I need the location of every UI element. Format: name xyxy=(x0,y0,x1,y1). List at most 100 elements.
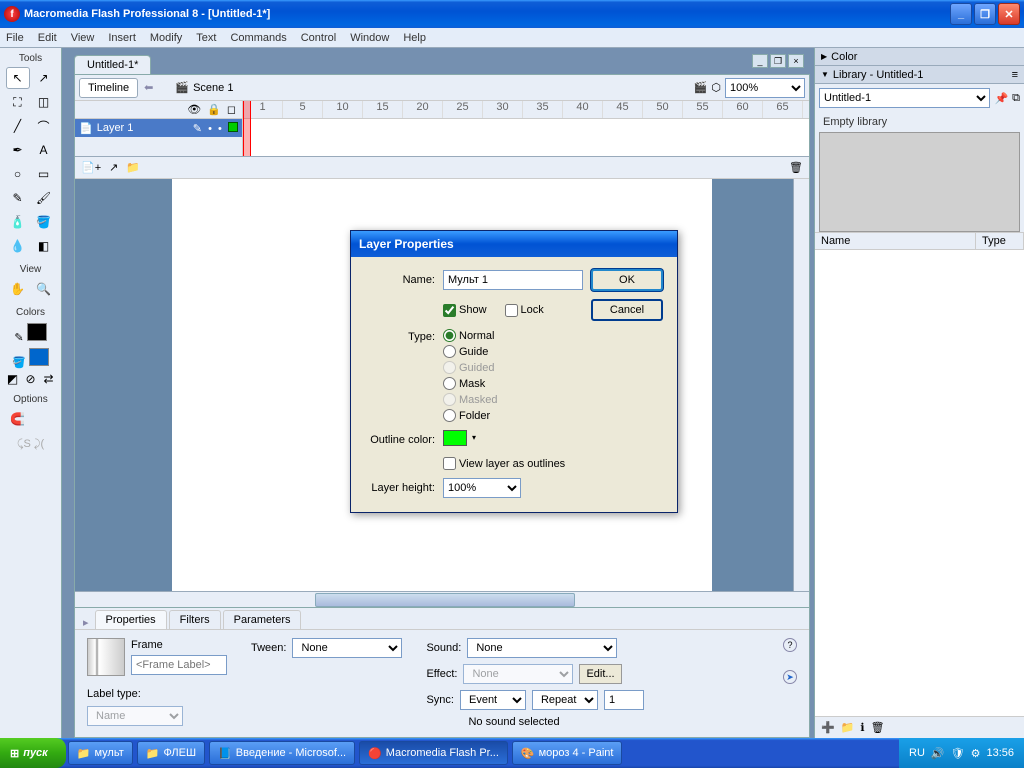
taskbar-item-active[interactable]: 🔴Macromedia Flash Pr... xyxy=(359,741,508,765)
effect-edit-button[interactable]: Edit... xyxy=(579,664,621,684)
doc-minimize-button[interactable]: _ xyxy=(752,54,768,68)
no-color-button[interactable]: ⊘ xyxy=(23,371,39,387)
language-indicator[interactable]: RU xyxy=(909,747,925,759)
tray-icon[interactable]: 🔊 xyxy=(931,747,945,760)
menu-modify[interactable]: Modify xyxy=(150,32,182,44)
menu-text[interactable]: Text xyxy=(196,32,216,44)
menu-edit[interactable]: Edit xyxy=(38,32,57,44)
tween-select[interactable]: None xyxy=(292,638,402,658)
pencil-tool[interactable]: ✎ xyxy=(6,187,30,209)
layer-name-input[interactable] xyxy=(443,270,583,290)
line-tool[interactable]: ╱ xyxy=(6,115,30,137)
insert-motion-guide-icon[interactable]: ↗ xyxy=(109,161,118,174)
snap-option[interactable]: 🧲 xyxy=(6,408,30,430)
zoom-select[interactable]: 100% xyxy=(725,78,805,98)
taskbar-item[interactable]: 📁ФЛЕШ xyxy=(137,741,205,765)
menu-control[interactable]: Control xyxy=(301,32,336,44)
type-normal-radio[interactable]: Normal xyxy=(443,329,583,342)
outline-column-icon[interactable]: ◻ xyxy=(227,103,236,116)
parameters-tab[interactable]: Parameters xyxy=(223,610,302,629)
sound-select[interactable]: None xyxy=(467,638,617,658)
pin-icon[interactable]: 📌 xyxy=(994,92,1008,105)
clock[interactable]: 13:56 xyxy=(986,747,1014,759)
minimize-button[interactable]: _ xyxy=(950,3,972,25)
taskbar-item[interactable]: 📁мульт xyxy=(68,741,133,765)
sync-select[interactable]: Event xyxy=(460,690,526,710)
eyedropper-tool[interactable]: 💧 xyxy=(6,235,30,257)
lock-checkbox[interactable]: Lock xyxy=(505,304,544,317)
scene-name[interactable]: Scene 1 xyxy=(193,82,233,94)
subselection-tool[interactable]: ↗ xyxy=(32,67,56,89)
outline-color-swatch[interactable] xyxy=(443,430,467,446)
library-col-name[interactable]: Name xyxy=(815,233,976,249)
fill-color[interactable] xyxy=(29,348,49,366)
doc-restore-button[interactable]: ❐ xyxy=(770,54,786,68)
new-symbol-icon[interactable]: ➕ xyxy=(821,721,835,734)
dialog-title[interactable]: Layer Properties xyxy=(351,231,677,257)
frame-row[interactable] xyxy=(243,119,809,137)
brush-tool[interactable]: 🖌 xyxy=(32,187,56,209)
pen-tool[interactable]: ✒ xyxy=(6,139,30,161)
menu-view[interactable]: View xyxy=(71,32,95,44)
properties-tab[interactable]: Properties xyxy=(95,610,167,629)
doc-close-button[interactable]: × xyxy=(788,54,804,68)
menu-help[interactable]: Help xyxy=(403,32,426,44)
text-tool[interactable]: A xyxy=(32,139,56,161)
edit-symbol-icon[interactable]: ⬡ xyxy=(711,81,721,94)
menu-window[interactable]: Window xyxy=(350,32,389,44)
layer-row[interactable]: 📄 Layer 1 ✎ • • xyxy=(75,119,242,137)
default-colors-button[interactable]: ◩ xyxy=(5,371,21,387)
stroke-color[interactable] xyxy=(27,323,47,341)
color-panel-header[interactable]: ▶ Color xyxy=(815,48,1024,66)
view-as-outlines-checkbox[interactable]: View layer as outlines xyxy=(443,457,583,470)
horizontal-scrollbar[interactable] xyxy=(75,591,809,607)
vertical-scrollbar[interactable] xyxy=(793,179,809,591)
repeat-select[interactable]: Repeat xyxy=(532,690,598,710)
repeat-count-input[interactable] xyxy=(604,690,644,710)
rectangle-tool[interactable]: ▭ xyxy=(32,163,56,185)
type-folder-radio[interactable]: Folder xyxy=(443,409,583,422)
system-tray[interactable]: RU 🔊 🛡 ⚙ 13:56 xyxy=(899,738,1024,768)
cancel-button[interactable]: Cancel xyxy=(591,299,663,321)
menu-file[interactable]: File xyxy=(6,32,24,44)
zoom-tool[interactable]: 🔍 xyxy=(32,278,56,300)
info-icon[interactable]: ➤ xyxy=(783,670,797,684)
filters-tab[interactable]: Filters xyxy=(169,610,221,629)
lasso-tool[interactable]: ⌒ xyxy=(32,115,56,137)
taskbar-item[interactable]: 🎨мороз 4 - Paint xyxy=(512,741,623,765)
back-arrow-icon[interactable]: ⬅ xyxy=(144,81,153,94)
delete-symbol-icon[interactable]: 🗑 xyxy=(871,721,885,734)
start-button[interactable]: ⊞ пуск xyxy=(0,738,66,768)
insert-layer-icon[interactable]: 📄+ xyxy=(81,161,101,174)
show-checkbox[interactable]: Show xyxy=(443,304,487,317)
panel-collapse-icon[interactable]: ▸ xyxy=(83,616,89,629)
library-panel-header[interactable]: ▼ Library - Untitled-1 ≡ xyxy=(815,66,1024,84)
selection-tool[interactable]: ↖ xyxy=(6,67,30,89)
eye-column-icon[interactable]: 👁 xyxy=(187,103,201,116)
timeline-button[interactable]: Timeline xyxy=(79,78,138,98)
maximize-button[interactable]: ❐ xyxy=(974,3,996,25)
type-mask-radio[interactable]: Mask xyxy=(443,377,583,390)
close-button[interactable]: ✕ xyxy=(998,3,1020,25)
taskbar-item[interactable]: 📘Введение - Microsof... xyxy=(209,741,355,765)
type-guide-radio[interactable]: Guide xyxy=(443,345,583,358)
menu-commands[interactable]: Commands xyxy=(230,32,286,44)
symbol-properties-icon[interactable]: ℹ xyxy=(860,721,864,734)
document-tab[interactable]: Untitled-1* xyxy=(74,55,151,74)
eraser-tool[interactable]: ◧ xyxy=(32,235,56,257)
insert-folder-icon[interactable]: 📁 xyxy=(126,161,140,174)
new-folder-icon[interactable]: 📁 xyxy=(841,721,855,734)
help-icon[interactable]: ? xyxy=(783,638,797,652)
free-transform-tool[interactable]: ⛶ xyxy=(6,91,30,113)
smooth-option[interactable] xyxy=(32,408,56,430)
ink-bottle-tool[interactable]: 🧴 xyxy=(6,211,30,233)
tray-icon[interactable]: ⚙ xyxy=(971,747,981,760)
swap-colors-button[interactable]: ⇄ xyxy=(41,371,57,387)
lock-column-icon[interactable]: 🔒 xyxy=(207,103,221,116)
new-library-icon[interactable]: ⧉ xyxy=(1012,92,1020,105)
menu-insert[interactable]: Insert xyxy=(108,32,136,44)
ok-button[interactable]: OK xyxy=(591,269,663,291)
hand-tool[interactable]: ✋ xyxy=(6,278,30,300)
playhead[interactable] xyxy=(243,101,251,156)
tray-icon[interactable]: 🛡 xyxy=(951,747,965,760)
